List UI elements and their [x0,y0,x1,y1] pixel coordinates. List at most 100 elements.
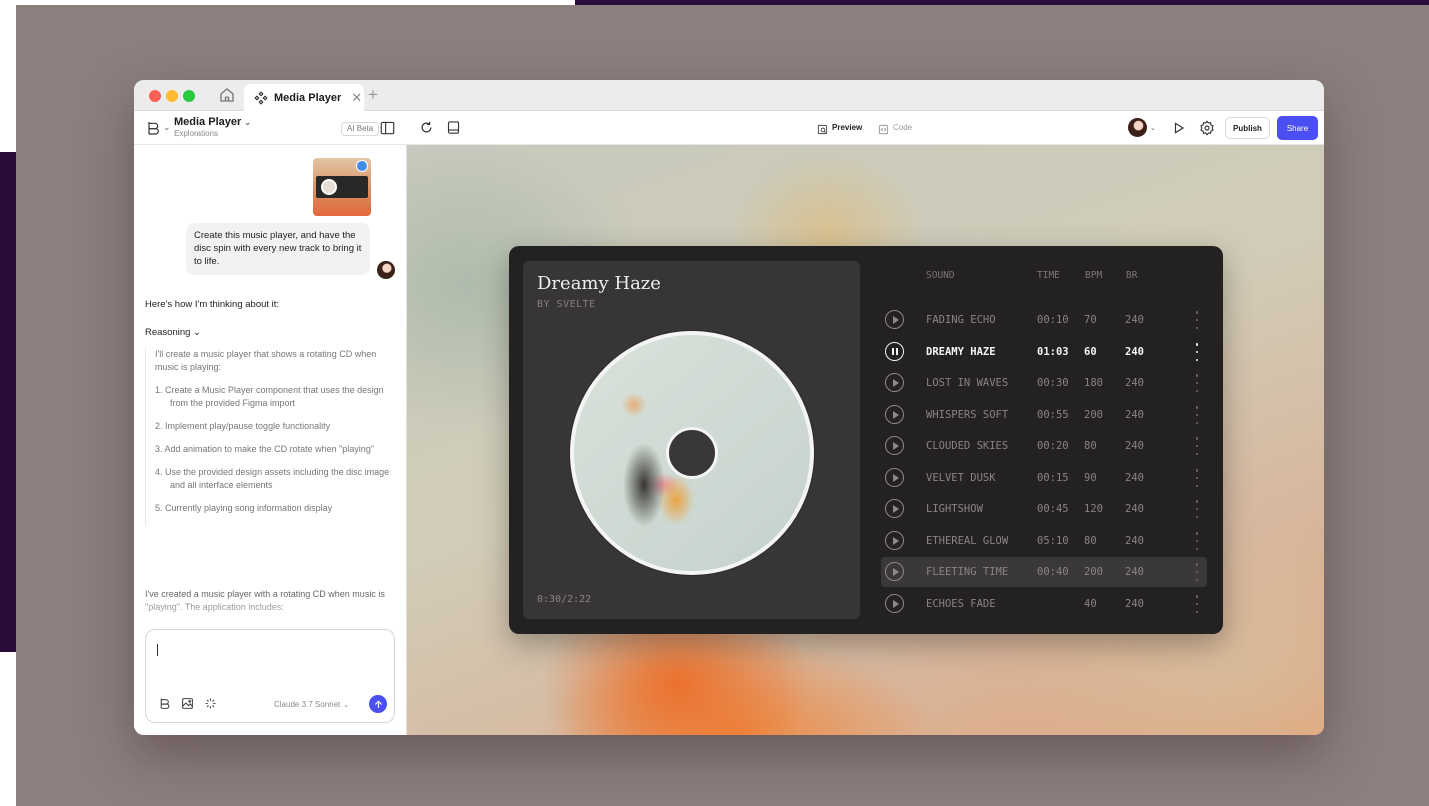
play-icon[interactable] [885,594,904,613]
more-options-icon[interactable] [1195,532,1199,550]
device-icon[interactable] [446,120,461,135]
preview-toggle[interactable]: Preview [817,122,863,135]
pause-icon[interactable] [885,342,904,361]
tab-close-icon[interactable]: ✕ [351,90,362,106]
play-icon[interactable] [885,531,904,550]
play-icon[interactable] [885,405,904,424]
reasoning-text: I'll create a music player that shows a … [155,349,377,372]
track-br: 240 [1125,409,1144,421]
play-icon[interactable] [1172,121,1186,135]
more-options-icon[interactable] [1195,595,1199,613]
send-button[interactable] [369,695,387,713]
reasoning-step: 3. Add animation to make the CD rotate w… [155,444,375,454]
column-header-sound: SOUND [926,270,955,281]
reasoning-step: 2. Implement play/pause toggle functiona… [155,421,331,431]
preview-canvas: Dreamy Haze BY SVELTE 0:30/2:22 SOUND TI… [407,145,1324,735]
track-bpm: 80 [1084,440,1097,452]
track-bpm: 80 [1084,535,1097,547]
track-name: DREAMY HAZE [926,346,996,358]
track-row[interactable]: ETHEREAL GLOW 05:10 80 240 [881,526,1207,556]
track-row[interactable]: LOST IN WAVES 00:30 180 240 [881,368,1207,398]
track-row[interactable]: WHISPERS SOFT 00:55 200 240 [881,400,1207,430]
track-row[interactable]: ECHOES FADE 40 240 [881,589,1207,619]
attached-image-thumbnail[interactable] [313,158,371,216]
refresh-icon[interactable] [419,120,434,135]
track-row[interactable]: FADING ECHO 00:10 70 240 [881,305,1207,335]
track-row[interactable]: VELVET DUSK 00:15 90 240 [881,463,1207,493]
play-icon[interactable] [885,562,904,581]
reasoning-step: 1. Create a Music Player component that … [155,385,384,408]
more-options-icon[interactable] [1195,406,1199,424]
tab-media-player[interactable]: Media Player ✕ [244,84,364,111]
window-minimize-button[interactable] [166,90,178,102]
app-window: Media Player ✕ + ⌄ Media Player ⌄ Explora… [134,80,1324,735]
track-row[interactable]: CLOUDED SKIES 00:20 80 240 [881,431,1207,461]
track-br: 240 [1125,377,1144,389]
now-playing-artist: BY SVELTE [537,299,596,310]
model-label: Claude 3.7 Sonnet [274,700,341,709]
chat-composer[interactable]: Claude 3.7 Sonnet ⌄ [145,629,395,723]
more-options-icon[interactable] [1195,311,1199,329]
chevron-down-icon: ⌄ [244,118,251,127]
preview-label: Preview [832,123,863,132]
sidebar-toggle-icon[interactable] [380,121,395,135]
background-strip-white-top [0,0,575,5]
play-icon[interactable] [885,436,904,455]
more-options-icon[interactable] [1195,563,1199,581]
project-menu-caret[interactable]: ⌄ [163,122,171,133]
play-icon[interactable] [885,373,904,392]
track-bpm: 180 [1084,377,1103,389]
track-time: 01:03 [1037,346,1069,358]
publish-button[interactable]: Publish [1225,117,1270,139]
play-icon[interactable] [885,468,904,487]
more-options-icon[interactable] [1195,500,1199,518]
play-icon[interactable] [885,499,904,518]
chevron-down-icon[interactable]: ⌄ [1150,124,1156,132]
window-maximize-button[interactable] [183,90,195,102]
track-name: ECHOES FADE [926,598,996,610]
code-toggle[interactable]: Code [878,122,912,135]
project-menu-icon[interactable] [145,120,161,136]
track-time: 00:45 [1037,503,1069,515]
track-bpm: 40 [1084,598,1097,610]
avatar[interactable] [1128,118,1147,137]
image-icon[interactable] [181,697,194,710]
track-br: 240 [1125,503,1144,515]
track-name: LIGHTSHOW [926,503,983,515]
track-row[interactable]: FLEETING TIME 00:40 200 240 [881,557,1207,587]
more-options-icon[interactable] [1195,437,1199,455]
sparkle-icon[interactable] [204,697,217,710]
column-header-bpm: BPM [1085,270,1103,281]
project-name[interactable]: Media Player ⌄ [174,116,251,128]
track-time: 00:30 [1037,377,1069,389]
share-button[interactable]: Share [1277,116,1318,140]
cd-hole [666,427,718,479]
track-bpm: 90 [1084,472,1097,484]
column-header-time: TIME [1037,270,1060,281]
window-close-button[interactable] [149,90,161,102]
reasoning-toggle[interactable]: Reasoning ⌄ [145,327,201,338]
play-icon[interactable] [885,310,904,329]
music-player: Dreamy Haze BY SVELTE 0:30/2:22 SOUND TI… [509,246,1223,634]
avatar [377,261,395,279]
preview-icon [817,122,828,135]
chevron-down-icon: ⌄ [343,702,350,709]
cd-disc[interactable] [570,331,814,575]
track-row[interactable]: DREAMY HAZE 01:03 60 240 [881,337,1207,367]
track-name: CLOUDED SKIES [926,440,1009,452]
more-options-icon[interactable] [1195,374,1199,392]
model-selector[interactable]: Claude 3.7 Sonnet ⌄ [274,700,349,709]
track-row[interactable]: LIGHTSHOW 00:45 120 240 [881,494,1207,524]
background-strip-purple-left [0,152,16,652]
more-options-icon[interactable] [1195,469,1199,487]
now-playing-card: Dreamy Haze BY SVELTE 0:30/2:22 [523,261,860,619]
more-options-icon[interactable] [1195,343,1199,361]
reasoning-step: 4. Use the provided design assets includ… [155,467,390,490]
track-name: VELVET DUSK [926,472,996,484]
figma-import-icon[interactable] [158,697,171,710]
track-name: ETHEREAL GLOW [926,535,1009,547]
home-icon[interactable] [218,86,236,104]
track-time: 00:15 [1037,472,1069,484]
new-tab-button[interactable]: + [368,85,378,105]
gear-icon[interactable] [1199,120,1215,136]
